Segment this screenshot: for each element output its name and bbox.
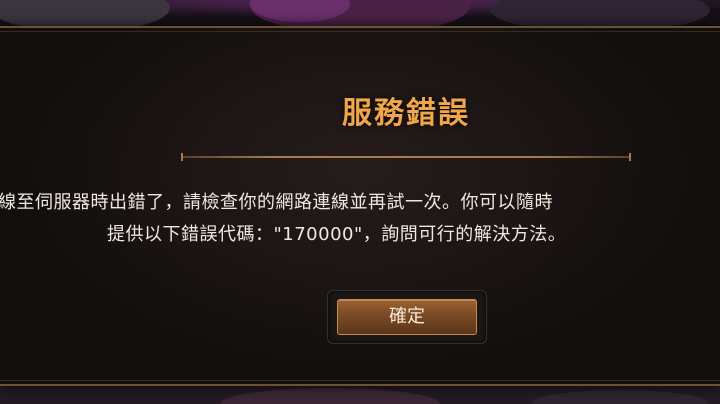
error-message-line-2: 提供以下錯誤代碼："170000"，詢問可行的解決方法。 xyxy=(107,224,567,245)
dialog-title: 服務錯誤 xyxy=(342,96,470,131)
confirm-button-frame: 確定 xyxy=(327,290,487,344)
error-message-line-1: 線至伺服器時出錯了，請檢查你的網路連線並再試一次。你可以隨時 xyxy=(0,192,553,213)
confirm-button[interactable]: 確定 xyxy=(337,299,477,335)
title-divider xyxy=(181,153,631,161)
error-dialog: 服務錯誤 線至伺服器時出錯了，請檢查你的網路連線並再試一次。你可以隨時 提供以下… xyxy=(0,26,720,386)
game-screen: 服務錯誤 線至伺服器時出錯了，請檢查你的網路連線並再試一次。你可以隨時 提供以下… xyxy=(0,0,720,404)
